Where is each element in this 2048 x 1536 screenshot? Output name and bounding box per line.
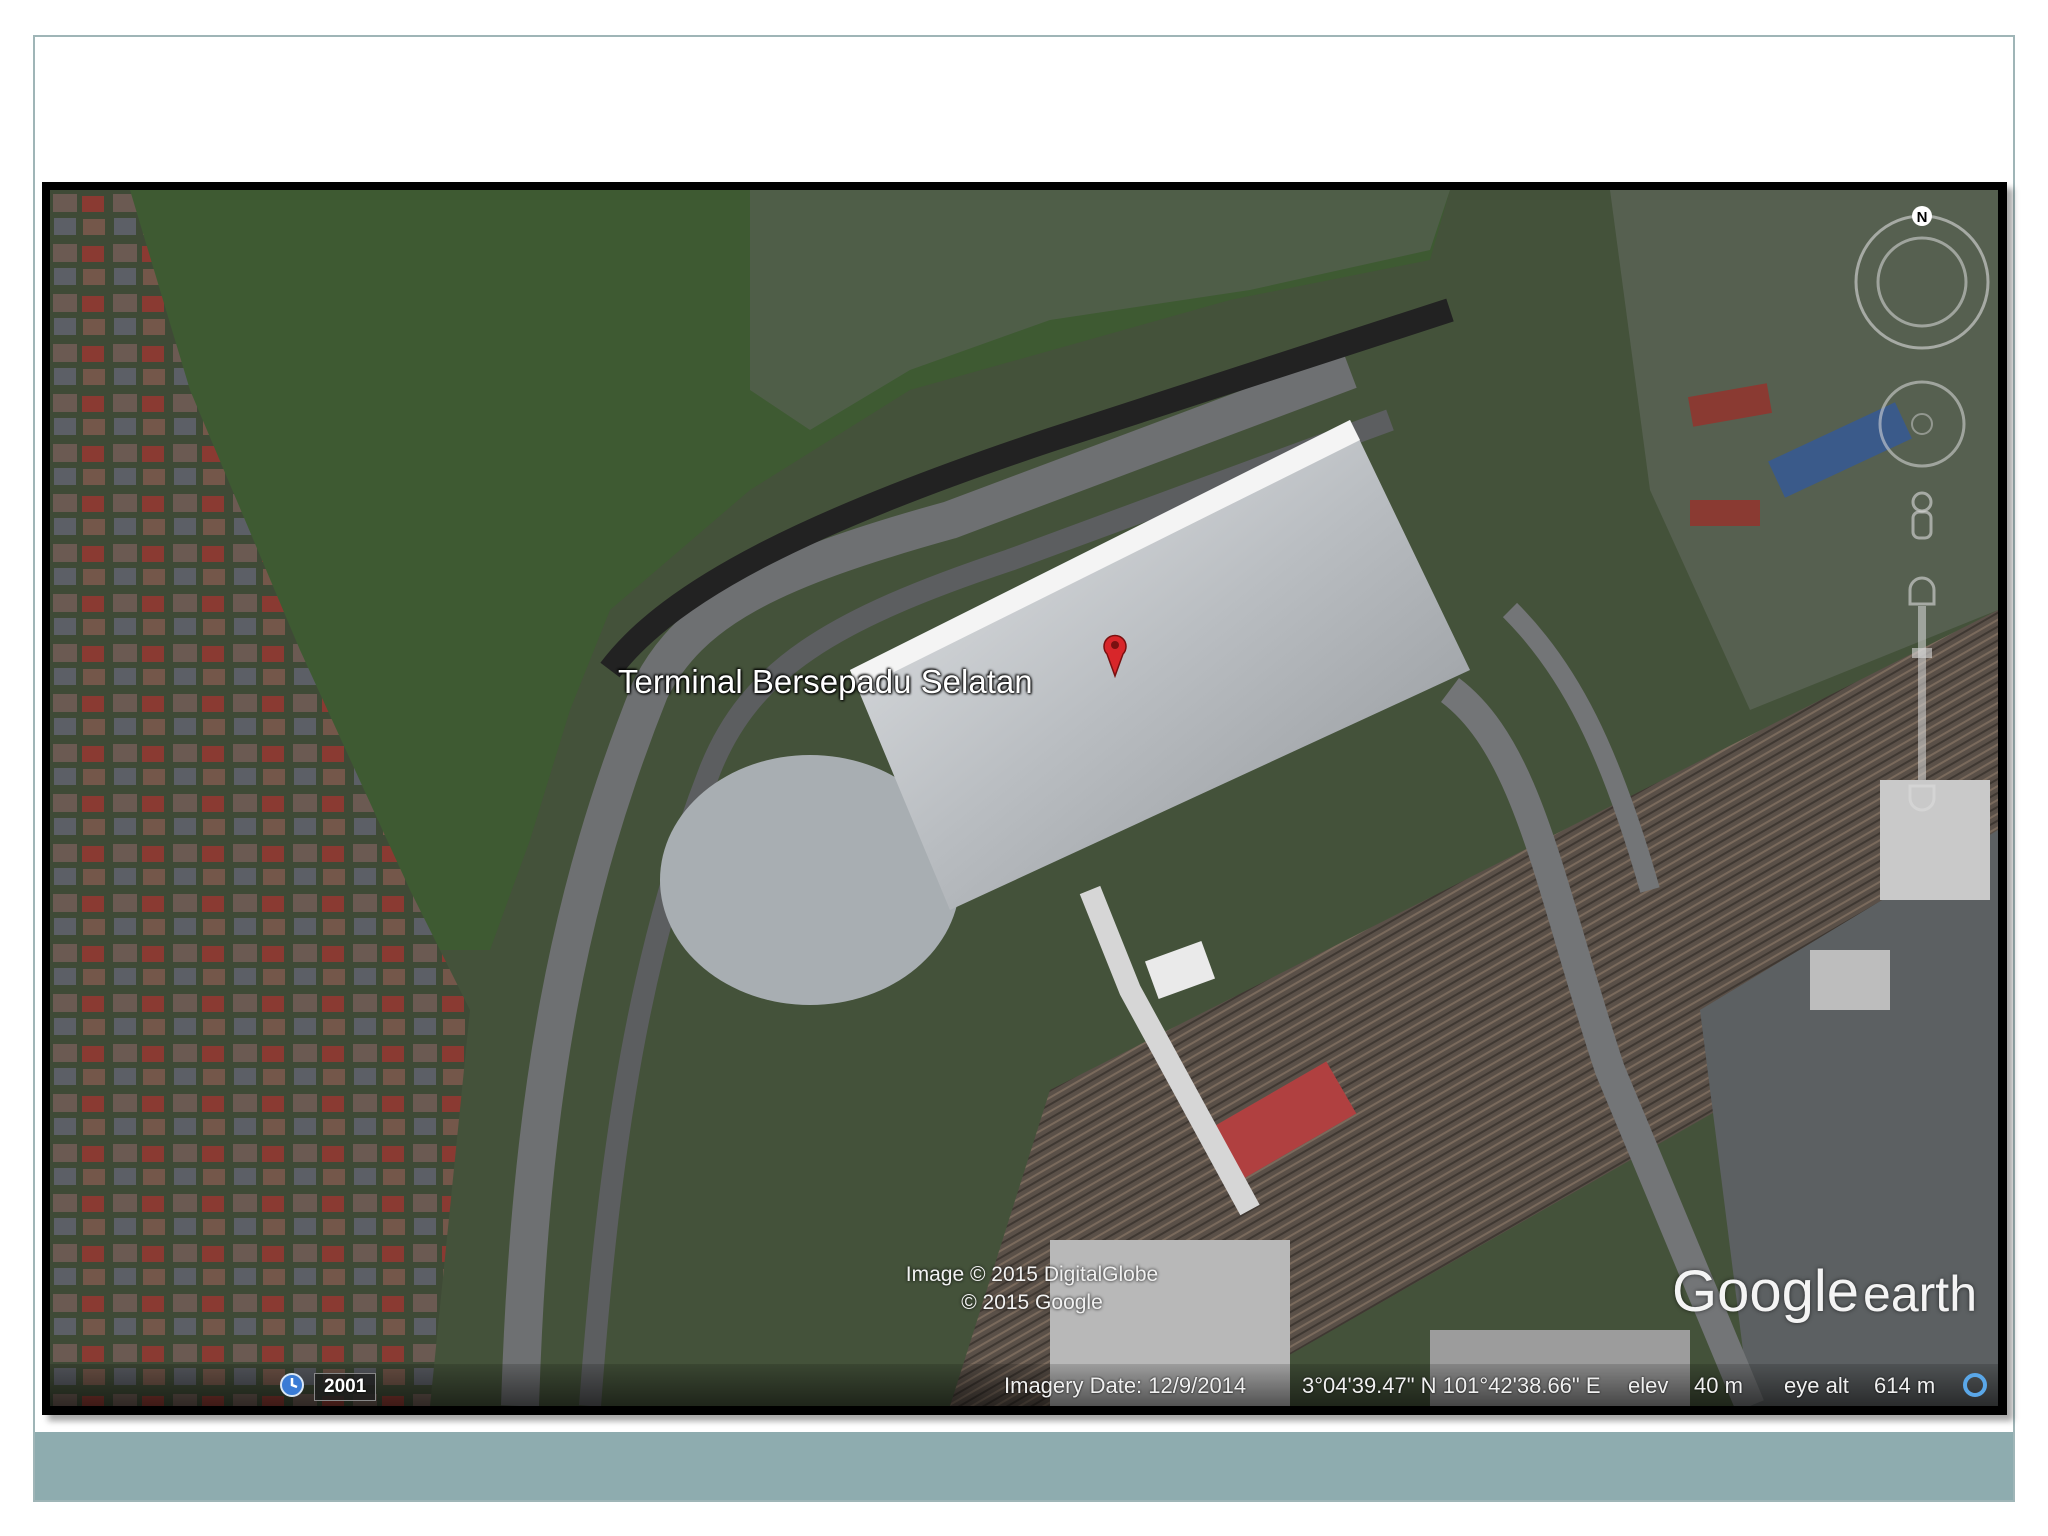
- coordinates-readout: 3°04'39.47" N 101°42'38.66" E: [1302, 1373, 1601, 1398]
- credits-line-2: © 2015 Google: [961, 1291, 1103, 1314]
- compass-icon[interactable]: N: [1854, 206, 1990, 350]
- elevation-label: elev: [1628, 1373, 1669, 1398]
- clock-icon[interactable]: [278, 1371, 306, 1399]
- logo-earth: earth: [1863, 1266, 1977, 1322]
- eye-altitude-value: 614 m: [1874, 1373, 1936, 1398]
- slide-footer-band: [35, 1432, 2013, 1500]
- look-joystick-icon[interactable]: [1878, 380, 1966, 468]
- logo-google: Google: [1672, 1259, 1860, 1324]
- compass-north-label: N: [1917, 209, 1928, 226]
- historical-imagery-year[interactable]: 2001: [314, 1373, 377, 1401]
- credits-line-1: Image © 2015 DigitalGlobe: [905, 1263, 1159, 1286]
- map-frame: Terminal Bersepadu Selatan Image © 2015 …: [42, 182, 2007, 1415]
- placemark-pin-icon[interactable]: [1101, 632, 1129, 678]
- imagery-credits: Image © 2015 DigitalGlobe © 2015 Google: [882, 1261, 1182, 1317]
- imagery-date: Imagery Date: 12/9/2014: [1004, 1373, 1247, 1398]
- zoom-slider-icon[interactable]: [1908, 576, 1936, 812]
- streaming-status-icon: [1963, 1373, 1987, 1397]
- satellite-map[interactable]: Terminal Bersepadu Selatan Image © 2015 …: [50, 190, 1998, 1406]
- eye-altitude-label: eye alt: [1784, 1373, 1849, 1398]
- status-bar: 2001 Imagery Date: 12/9/2014 3°04'39.47"…: [50, 1364, 1998, 1406]
- street-view-pegman-icon[interactable]: [1911, 491, 1933, 540]
- navigation-controls: N: [1854, 206, 1990, 812]
- placemark-label[interactable]: Terminal Bersepadu Selatan: [618, 663, 1033, 701]
- google-earth-logo: Googleearth: [1672, 1258, 1977, 1325]
- elevation-value: 40 m: [1694, 1373, 1743, 1398]
- map-imagery: [50, 190, 1998, 1406]
